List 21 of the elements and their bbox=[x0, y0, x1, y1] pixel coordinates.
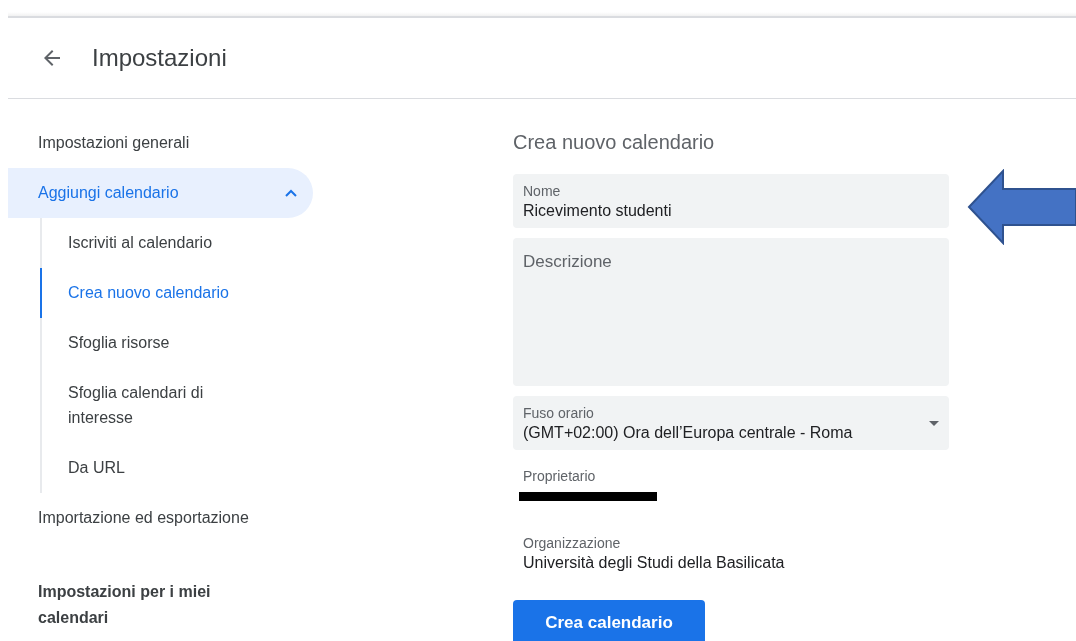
sidebar-subitem[interactable]: Iscriviti al calendario bbox=[40, 218, 313, 268]
section-heading: Impostazioni per i miei calendari bbox=[38, 582, 212, 628]
dropdown-caret-icon bbox=[929, 421, 939, 426]
sidebar-subitem[interactable]: Da URL bbox=[40, 443, 313, 493]
sidebar-item[interactable]: Aggiungi calendario bbox=[8, 168, 313, 218]
name-field[interactable]: Nome Ricevimento studenti bbox=[513, 174, 949, 228]
page-title: Impostazioni bbox=[92, 44, 227, 72]
sidebar-subitem[interactable]: Sfoglia risorse bbox=[40, 318, 313, 368]
owner-label: Proprietario bbox=[523, 468, 597, 484]
organization-label: Organizzazione bbox=[523, 535, 622, 551]
sidebar-item[interactable]: Impostazioni generali bbox=[8, 118, 313, 168]
annotation-arrow-icon bbox=[967, 169, 1076, 245]
timezone-dropdown[interactable]: Fuso orario (GMT+02:00) Ora dell’Europa centrale - Roma bbox=[513, 396, 949, 450]
chevron-icon bbox=[285, 189, 297, 197]
description-field[interactable]: Descrizione bbox=[513, 238, 949, 386]
form-title: Crea nuovo calendario bbox=[513, 131, 716, 154]
sidebar-subitem[interactable]: Crea nuovo calendario bbox=[40, 268, 313, 318]
sidebar-item[interactable]: Importazione ed esportazione bbox=[8, 493, 313, 543]
create-calendar-button[interactable]: Crea calendario bbox=[513, 600, 705, 641]
organization-value: Università degli Studi della Basilicata bbox=[523, 554, 786, 572]
sidebar-subitem[interactable]: Sfoglia calendari di interesse bbox=[40, 368, 313, 443]
